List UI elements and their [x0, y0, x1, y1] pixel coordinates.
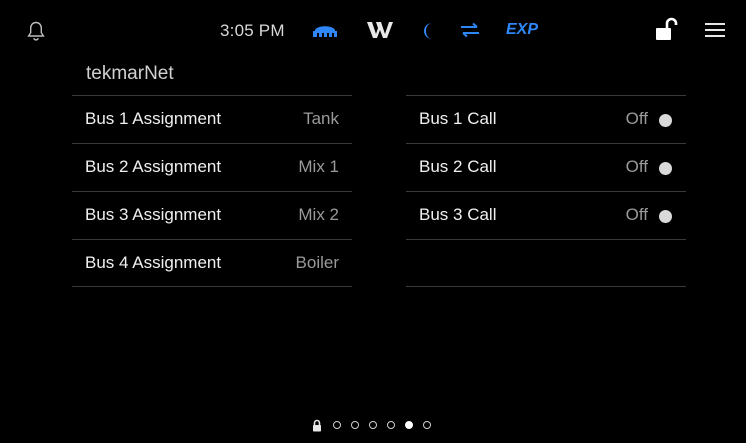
lock-icon[interactable] [312, 419, 322, 432]
list-item-bus-2-assignment[interactable]: Bus 2 Assignment Mix 1 [72, 143, 352, 191]
page-dot-2[interactable] [351, 421, 359, 429]
hamburger-menu-icon[interactable] [705, 22, 725, 38]
w-logo-icon[interactable] [366, 20, 394, 40]
bell-icon[interactable] [26, 20, 46, 42]
list-item-bus-4-assignment[interactable]: Bus 4 Assignment Boiler [72, 239, 352, 287]
list-item-label: Bus 2 Assignment [85, 157, 222, 176]
page-title: tekmarNet [86, 63, 174, 84]
list-item-label: Bus 1 Assignment [85, 109, 222, 128]
exp-indicator[interactable]: EXP [506, 21, 538, 39]
list-item-bus-2-call[interactable]: Bus 2 Call Off [406, 143, 686, 191]
list-item-value: Mix 2 [298, 205, 339, 224]
list-item-empty [406, 239, 686, 287]
list-item-value: Mix 1 [298, 157, 339, 176]
exchange-arrows-icon[interactable] [459, 22, 481, 38]
page-dot-4[interactable] [387, 421, 395, 429]
status-dot-icon [659, 210, 672, 223]
list-item-bus-1-call[interactable]: Bus 1 Call Off [406, 95, 686, 143]
list-item-value: Boiler [295, 253, 339, 272]
list-item-value: Off [625, 157, 648, 176]
page-dot-3[interactable] [369, 421, 377, 429]
list-item-label: Bus 3 Assignment [85, 205, 222, 224]
page-dot-5-active[interactable] [405, 421, 413, 429]
list-item-label: Bus 2 Call [419, 157, 497, 176]
list-item-bus-1-assignment[interactable]: Bus 1 Assignment Tank [72, 95, 352, 143]
list-item-value: Tank [303, 109, 339, 128]
status-bar: 3:05 PM EXP [0, 0, 746, 56]
page-dot-6[interactable] [423, 421, 431, 429]
list-item-value: Off [625, 109, 648, 128]
status-dot-icon [659, 114, 672, 127]
list-item-bus-3-assignment[interactable]: Bus 3 Assignment Mix 2 [72, 191, 352, 239]
list-item-label: Bus 1 Call [419, 109, 497, 128]
moon-icon[interactable] [421, 21, 437, 41]
list-item-label: Bus 4 Assignment [85, 253, 222, 272]
list-item-value: Off [625, 205, 648, 224]
bus-call-list: Bus 1 Call Off Bus 2 Call Off Bus 3 Call… [406, 95, 686, 287]
unlocked-padlock-icon[interactable] [654, 17, 678, 43]
list-item-label: Bus 3 Call [419, 205, 497, 224]
clock-time: 3:05 PM [220, 21, 285, 40]
page-indicator [0, 416, 746, 436]
network-icon[interactable] [312, 22, 338, 38]
page-dot-1[interactable] [333, 421, 341, 429]
status-dot-icon [659, 162, 672, 175]
bus-assignment-list: Bus 1 Assignment Tank Bus 2 Assignment M… [72, 95, 352, 287]
list-item-bus-3-call[interactable]: Bus 3 Call Off [406, 191, 686, 239]
